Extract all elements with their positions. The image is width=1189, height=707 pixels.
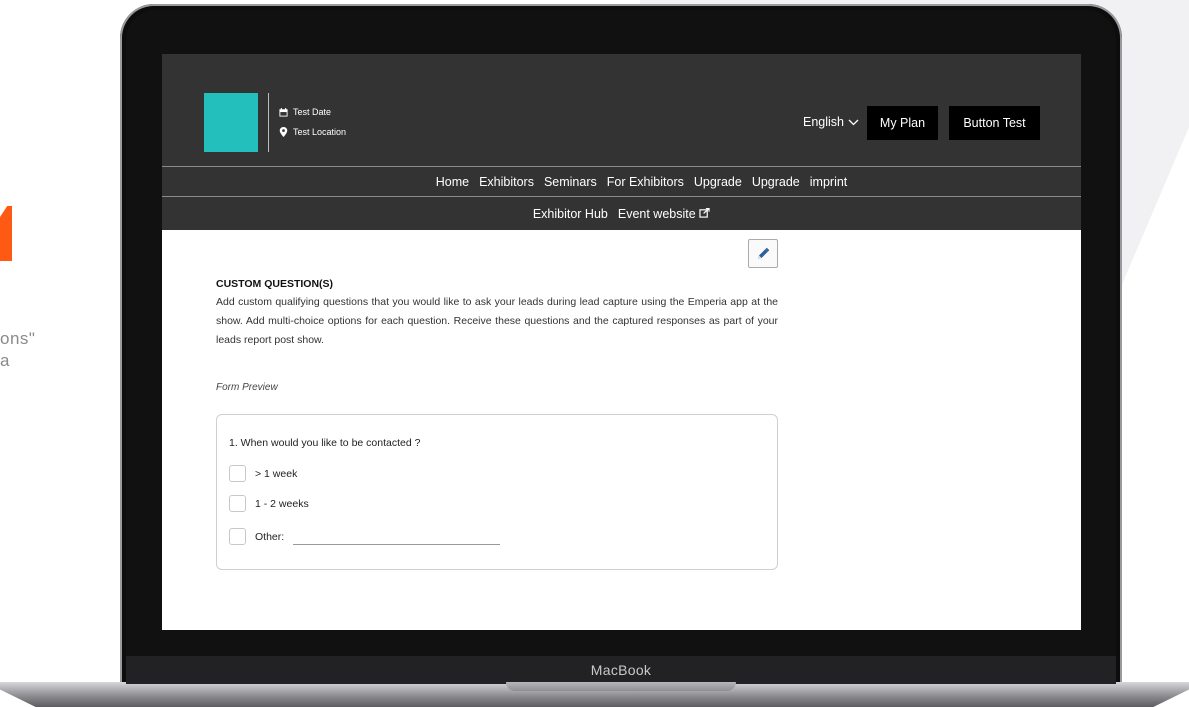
location-pin-icon [279, 127, 288, 137]
chevron-down-icon [848, 119, 859, 126]
secondary-nav: Exhibitor Hub Event website [162, 196, 1081, 230]
external-link-icon [699, 207, 710, 218]
other-text-input[interactable] [293, 528, 501, 545]
laptop-brand-label: MacBook [590, 662, 652, 678]
background-accent-shape [0, 206, 12, 261]
option-checkbox[interactable] [229, 465, 246, 482]
option-label: Other: [255, 530, 285, 543]
form-preview: 1. When would you like to be contacted ?… [216, 414, 778, 570]
nav-imprint[interactable]: imprint [810, 175, 848, 189]
option-row: 1 - 2 weeks [229, 495, 309, 512]
background-text-line: ons" [0, 329, 36, 348]
language-selector[interactable]: English [803, 115, 859, 129]
form-preview-label: Form Preview [216, 382, 278, 393]
nav-for-exhibitors[interactable]: For Exhibitors [607, 175, 684, 189]
logo-divider [268, 93, 269, 152]
my-plan-button[interactable]: My Plan [867, 106, 938, 140]
language-label: English [803, 115, 844, 129]
option-label: > 1 week [255, 467, 298, 480]
section-description: Add custom qualifying questions that you… [216, 296, 778, 346]
calendar-icon [279, 107, 288, 117]
event-location: Test Location [293, 127, 347, 137]
laptop-screen: Test Date Test Location English My Plan … [162, 54, 1081, 630]
nav-exhibitors[interactable]: Exhibitors [479, 175, 534, 189]
event-logo[interactable] [204, 93, 258, 152]
option-row: Other: [229, 528, 501, 545]
option-checkbox[interactable] [229, 528, 246, 545]
laptop-bezel: MacBook [126, 656, 1116, 684]
question-label: 1. When would you like to be contacted ? [229, 437, 421, 449]
event-website-label: Event website [617, 206, 696, 221]
nav-event-website[interactable]: Event website [618, 207, 710, 221]
button-test-button[interactable]: Button Test [949, 106, 1040, 140]
option-row: > 1 week [229, 465, 297, 482]
event-date: Test Date [293, 107, 332, 117]
event-location-row: Test Location [279, 127, 346, 137]
laptop-notch [506, 682, 736, 691]
background-text-line: a [0, 351, 10, 370]
pencil-icon [756, 247, 770, 261]
option-label: 1 - 2 weeks [255, 497, 309, 510]
option-checkbox[interactable] [229, 495, 246, 512]
nav-upgrade[interactable]: Upgrade [694, 175, 742, 189]
primary-nav: Home Exhibitors Seminars For Exhibitors … [162, 166, 1081, 197]
background-side-text: ons" a [0, 328, 70, 372]
nav-upgrade-2[interactable]: Upgrade [752, 175, 800, 189]
nav-exhibitor-hub[interactable]: Exhibitor Hub [533, 207, 608, 221]
section-title: CUSTOM QUESTION(S) [216, 278, 334, 290]
nav-home[interactable]: Home [436, 175, 469, 189]
nav-seminars[interactable]: Seminars [544, 175, 597, 189]
event-date-row: Test Date [279, 107, 331, 117]
site-header: Test Date Test Location English My Plan … [162, 54, 1081, 166]
edit-button[interactable] [748, 239, 778, 268]
